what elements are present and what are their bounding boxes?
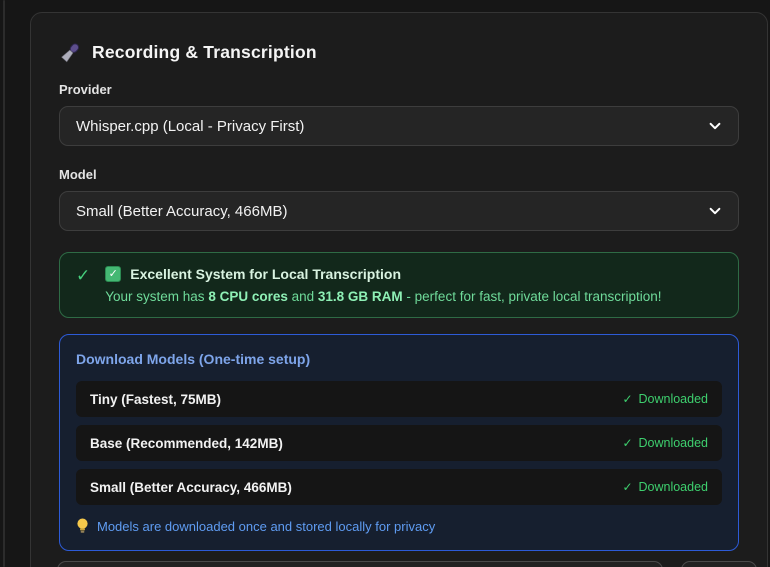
message-suffix: - perfect for fast, private local transc… [402,289,662,304]
model-row-tiny[interactable]: Tiny (Fastest, 75MB) ✓ Downloaded [76,381,722,417]
status-text: Downloaded [638,480,709,494]
model-name: Small (Better Accuracy, 466MB) [90,479,292,495]
message-prefix: Your system has [105,289,209,304]
lightbulb-icon [76,518,89,534]
model-status-badge: ✓ Downloaded [622,436,708,450]
model-row-base[interactable]: Base (Recommended, 142MB) ✓ Downloaded [76,425,722,461]
cpu-cores-value: 8 CPU cores [208,289,288,304]
provider-select[interactable]: Whisper.cpp (Local - Privacy First) [59,106,739,146]
model-select[interactable]: Small (Better Accuracy, 466MB) [59,191,739,231]
status-text: Downloaded [638,392,709,406]
provider-label: Provider [59,82,112,97]
model-status-badge: ✓ Downloaded [622,392,708,406]
checked-checkbox-icon: ✓ [105,266,122,282]
cutoff-next-button[interactable] [681,561,757,567]
adjacent-panel-edge [3,0,5,567]
model-row-small[interactable]: Small (Better Accuracy, 466MB) ✓ Downloa… [76,469,722,505]
provider-selected-value: Whisper.cpp (Local - Privacy First) [76,117,305,135]
model-label: Model [59,167,97,182]
recording-transcription-panel: Recording & Transcription Provider Whisp… [30,12,768,567]
model-name: Base (Recommended, 142MB) [90,435,283,451]
check-icon: ✓ [76,266,91,285]
status-text: Downloaded [638,436,709,450]
ram-value: 31.8 GB RAM [317,289,403,304]
chevron-down-icon [708,204,722,218]
panel-header: Recording & Transcription [59,41,739,64]
message-conjunction: and [287,289,318,304]
system-check-title: Excellent System for Local Transcription [130,266,402,282]
check-icon: ✓ [622,480,633,494]
privacy-tip-text: Models are downloaded once and stored lo… [97,518,436,534]
download-models-title: Download Models (One-time setup) [76,351,311,367]
privacy-tip: Models are downloaded once and stored lo… [76,518,722,534]
model-name: Tiny (Fastest, 75MB) [90,391,222,407]
check-icon: ✓ [622,392,633,406]
system-check-content: ✓ Excellent System for Local Transcripti… [105,266,662,304]
cutoff-next-control[interactable] [57,561,663,567]
microphone-icon [59,41,82,64]
download-models-section: Download Models (One-time setup) Tiny (F… [59,334,739,551]
system-check-alert: ✓ ✓ Excellent System for Local Transcrip… [59,252,739,318]
panel-title: Recording & Transcription [92,42,317,62]
model-selected-value: Small (Better Accuracy, 466MB) [76,202,288,220]
system-check-message: Your system has 8 CPU cores and 31.8 GB … [105,289,661,304]
model-status-badge: ✓ Downloaded [622,480,708,494]
chevron-down-icon [708,119,722,133]
check-icon: ✓ [622,436,633,450]
